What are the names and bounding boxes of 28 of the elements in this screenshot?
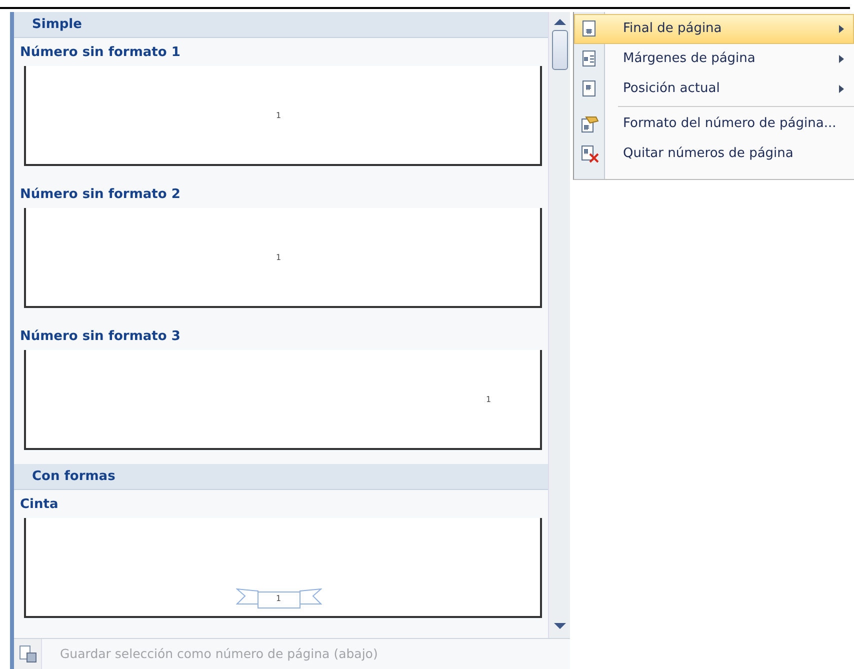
item-title: Número sin formato 3 [20, 329, 180, 344]
scrollbar[interactable] [548, 12, 570, 638]
page-preview[interactable]: 1 [24, 208, 542, 308]
section-header: Simple [14, 12, 548, 38]
page-preview[interactable]: 1 [24, 350, 542, 450]
menu-item[interactable]: Márgenes de página [574, 44, 854, 74]
delete-page-icon [581, 145, 599, 163]
menu-item[interactable]: Formato del número de página... [574, 109, 854, 139]
menu-item[interactable]: Final de página [574, 14, 854, 44]
scroll-thumb[interactable] [552, 30, 568, 70]
menu-item[interactable]: Quitar números de página [574, 139, 854, 169]
section-header: Con formas [14, 464, 548, 490]
page-number: 1 [276, 252, 282, 264]
scroll-down-icon[interactable] [554, 622, 566, 630]
save-page-icon [18, 645, 36, 663]
menu-item[interactable]: Posición actual [574, 74, 854, 104]
page-preview[interactable]: 1 [24, 518, 542, 618]
page-number: 1 [276, 593, 282, 605]
item-title: Número sin formato 2 [20, 187, 180, 202]
ribbon-icon [236, 586, 322, 610]
item-title: Cinta [20, 497, 58, 512]
scroll-up-icon[interactable] [554, 18, 566, 26]
page-preview[interactable]: 1 [24, 66, 542, 166]
page-icon [581, 115, 599, 133]
item-title: Número sin formato 1 [20, 45, 180, 60]
page-number: 1 [486, 394, 492, 406]
save-selection-option: Guardar selección como número de página (abajo) [42, 644, 378, 664]
page-number: 1 [276, 110, 282, 122]
